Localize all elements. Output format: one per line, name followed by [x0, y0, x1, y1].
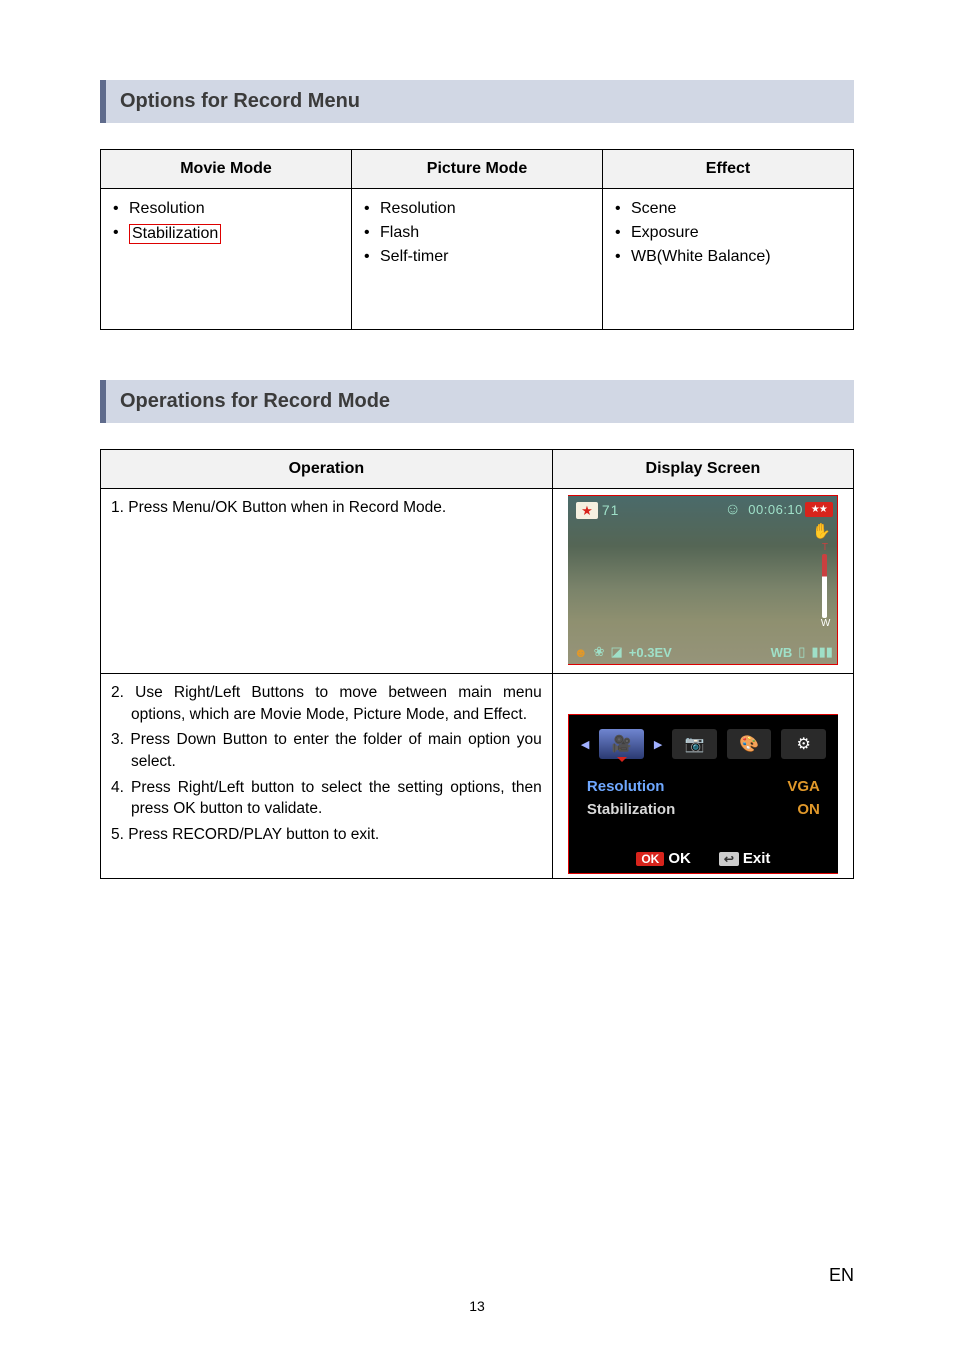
language-indicator: EN — [829, 1265, 854, 1286]
gear-icon: ⚙ — [796, 734, 810, 754]
col-movie-mode: Movie Mode — [101, 150, 352, 189]
footer-exit: ↩ Exit — [719, 850, 771, 867]
menu-row-stabilization: Stabilization ON — [587, 798, 820, 821]
video-icon: 🎥 — [612, 734, 632, 754]
time-remaining: 00:06:10 — [748, 502, 803, 517]
tab-movie-mode: 🎥 — [599, 729, 644, 759]
menu-label: Resolution — [587, 778, 665, 795]
cell-display-1: ★ 71 ☺ 00:06:10 ★★ ✋ T W ☻ ❀ — [552, 489, 853, 674]
ok-label: OK — [668, 850, 691, 867]
list-item: WB(White Balance) — [613, 245, 843, 269]
step-5: 5. Press RECORD/PLAY button to exit. — [111, 824, 542, 846]
stabilization-icon: ✋ — [812, 522, 831, 540]
menu-label: Stabilization — [587, 801, 675, 818]
menu-value: VGA — [787, 778, 820, 795]
zoom-track — [822, 554, 827, 618]
menu-value: ON — [797, 801, 820, 818]
wb-label: WB — [771, 645, 793, 660]
col-picture-mode: Picture Mode — [352, 150, 603, 189]
cell-picture-mode: Resolution Flash Self-timer — [352, 189, 603, 330]
operations-table: Operation Display Screen 1. Press Menu/O… — [100, 449, 854, 879]
camera-screen-record: ★ 71 ☺ 00:06:10 ★★ ✋ T W ☻ ❀ — [568, 495, 838, 665]
list-item: Scene — [613, 197, 843, 221]
zoom-indicator: T W — [821, 544, 829, 632]
page-number: 13 — [469, 1298, 485, 1314]
step-1: 1. Press Menu/OK Button when in Record M… — [111, 497, 542, 519]
ok-pill: OK — [636, 852, 664, 866]
photo-count: 71 — [602, 502, 620, 518]
camera-icon: 📷 — [685, 734, 705, 754]
camera-screen-menu: ◀ 🎥 ▶ 📷 🎨 ⚙ Resolution VGA — [568, 714, 838, 874]
exit-label: Exit — [743, 850, 771, 867]
macro-icon: ❀ — [594, 644, 605, 660]
footer-ok: OK OK — [636, 850, 691, 867]
face-icon: ☻ — [574, 645, 588, 660]
section-operations-title: Operations for Record Mode — [100, 380, 854, 423]
section-options-title: Options for Record Menu — [100, 80, 854, 123]
card-icon: ▯ — [798, 644, 805, 660]
tab-effect: 🎨 — [727, 729, 772, 759]
exit-pill-icon: ↩ — [719, 852, 739, 866]
quality-badge: ★★ — [805, 502, 833, 517]
face-detect-icon: ☺ — [725, 501, 741, 519]
cell-operation-2: 2. Use Right/Left Buttons to move betwee… — [101, 674, 553, 879]
col-display-screen: Display Screen — [552, 450, 853, 489]
options-table: Movie Mode Picture Mode Effect Resolutio… — [100, 149, 854, 330]
star-badge-icon: ★ — [576, 502, 598, 519]
battery-icon: ▮▮▮ — [811, 644, 832, 660]
list-item: Exposure — [613, 221, 843, 245]
list-item: Resolution — [111, 197, 341, 221]
cell-display-2: ◀ 🎥 ▶ 📷 🎨 ⚙ Resolution VGA — [552, 674, 853, 879]
step-4: 4. Press Right/Left button to select the… — [111, 777, 542, 820]
list-item: Self-timer — [362, 245, 592, 269]
menu-row-resolution: Resolution VGA — [587, 775, 820, 798]
step-3: 3. Press Down Button to enter the folder… — [111, 729, 542, 772]
ev-value: +0.3EV — [629, 645, 672, 660]
chevron-right-icon: ▶ — [654, 738, 662, 751]
list-item: Resolution — [362, 197, 592, 221]
list-item: Flash — [362, 221, 592, 245]
cell-operation-1: 1. Press Menu/OK Button when in Record M… — [101, 489, 553, 674]
zoom-tele-label: T — [821, 544, 829, 552]
exposure-icon: ◪ — [610, 644, 622, 660]
highlighted-option: Stabilization — [129, 224, 221, 244]
tab-settings: ⚙ — [781, 729, 826, 759]
chevron-left-icon: ◀ — [581, 738, 589, 751]
col-operation: Operation — [101, 450, 553, 489]
list-item: Stabilization — [111, 221, 341, 247]
cell-effect: Scene Exposure WB(White Balance) — [603, 189, 854, 330]
palette-icon: 🎨 — [739, 734, 759, 754]
col-effect: Effect — [603, 150, 854, 189]
step-2: 2. Use Right/Left Buttons to move betwee… — [111, 682, 542, 725]
tab-picture-mode: 📷 — [672, 729, 717, 759]
zoom-wide-label: W — [821, 620, 829, 628]
cell-movie-mode: Resolution Stabilization — [101, 189, 352, 330]
